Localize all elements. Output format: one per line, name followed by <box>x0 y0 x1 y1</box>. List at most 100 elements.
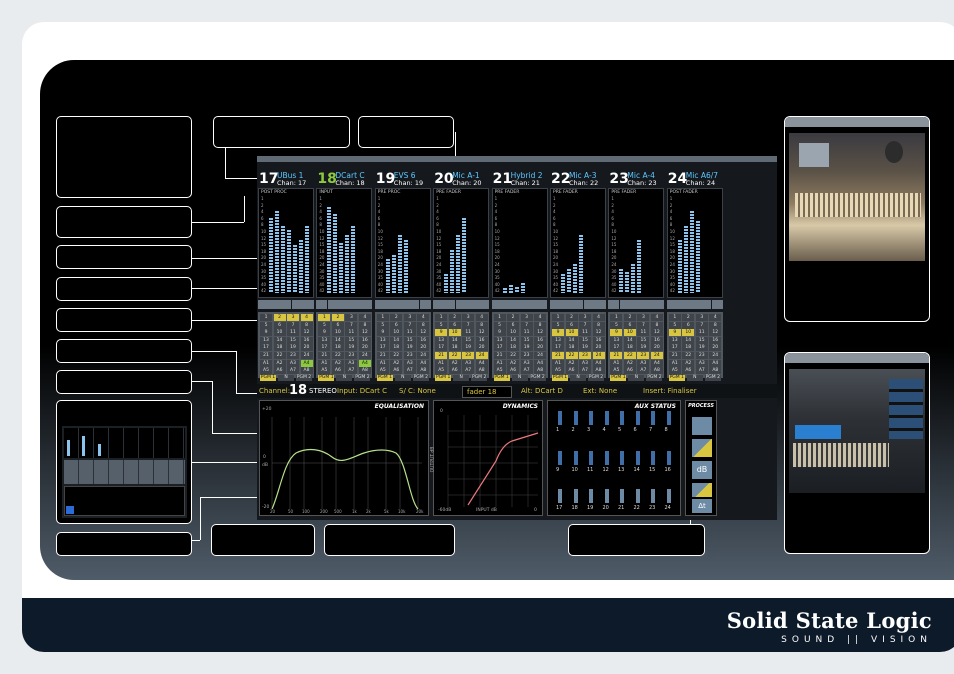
routing-cell[interactable]: 3 <box>287 314 299 321</box>
dyn-icon[interactable] <box>291 300 303 309</box>
dyn-icon[interactable] <box>525 300 537 309</box>
routing-cell[interactable]: 6 <box>331 321 344 329</box>
eq-icon[interactable] <box>269 300 281 309</box>
pgm-button[interactable]: PGM 2 <box>588 375 604 381</box>
routing-cell[interactable]: A3 <box>579 359 591 367</box>
aux-send-bar[interactable] <box>558 489 562 503</box>
pgm-button[interactable]: PGM 2 <box>704 375 721 381</box>
routing-cell[interactable]: 14 <box>448 336 461 344</box>
routing-cell[interactable]: 10 <box>448 329 461 337</box>
routing-cell[interactable]: 10 <box>623 329 636 337</box>
aux-send-bar[interactable] <box>573 411 578 425</box>
routing-cell[interactable]: 2 <box>331 314 344 321</box>
dyn-icon[interactable] <box>466 300 478 309</box>
routing-cell[interactable]: 7 <box>345 321 358 329</box>
channel-strip[interactable]: 21 Hybrid 2 Chan: 21 PRE FADER 1 2 4 6 8 10 12 15 18… <box>491 172 549 381</box>
eq-icon[interactable] <box>561 300 573 309</box>
pgm-button[interactable]: PGM 2 <box>471 375 488 381</box>
routing-cell[interactable]: 2 <box>273 314 286 321</box>
routing-cell[interactable]: 18 <box>565 344 578 352</box>
routing-cell[interactable]: 13 <box>610 336 623 344</box>
channel-strip[interactable]: 20 Mic A-1 Chan: 20 PRE FADER 1 2 4 6 8 10 12 15 18 2… <box>433 172 490 381</box>
routing-cell[interactable]: A5 <box>493 367 506 375</box>
routing-cell[interactable]: 22 <box>623 352 636 359</box>
aux-send-bar[interactable] <box>604 451 609 465</box>
routing-cell[interactable]: A8 <box>534 367 547 375</box>
routing-cell[interactable]: A2 <box>390 359 403 367</box>
routing-cell[interactable]: 14 <box>273 336 286 344</box>
routing-cell[interactable]: 8 <box>650 321 663 329</box>
routing-cell[interactable]: 3 <box>695 314 708 321</box>
routing-cell[interactable]: 13 <box>376 336 389 344</box>
routing-cell[interactable]: 8 <box>417 321 430 329</box>
delay-icon[interactable]: Δt <box>692 499 712 513</box>
routing-cell[interactable]: 19 <box>579 344 591 352</box>
routing-cell[interactable]: 6 <box>623 321 636 329</box>
routing-cell[interactable]: 14 <box>623 336 636 344</box>
routing-cell[interactable]: 5 <box>493 321 506 329</box>
routing-cell[interactable]: A4 <box>709 359 722 367</box>
routing-cell[interactable]: 17 <box>376 344 389 352</box>
db-icon[interactable] <box>630 300 642 309</box>
routing-cell[interactable]: 21 <box>552 352 564 359</box>
routing-cell[interactable]: 5 <box>668 321 681 329</box>
aux-send-bar[interactable] <box>620 489 624 503</box>
routing-cell[interactable]: A6 <box>331 367 344 375</box>
eq-icon[interactable] <box>385 300 397 309</box>
routing-cell[interactable]: 11 <box>637 329 650 337</box>
routing-cell[interactable]: A8 <box>592 367 605 375</box>
routing-cell[interactable]: 18 <box>682 344 695 352</box>
routing-cell[interactable]: 17 <box>260 344 272 352</box>
routing-cell[interactable]: 1 <box>318 314 331 321</box>
routing-cell[interactable]: 8 <box>592 321 605 329</box>
routing-cell[interactable]: A2 <box>565 359 578 367</box>
routing-cell[interactable]: 3 <box>637 314 650 321</box>
routing-cell[interactable]: 4 <box>358 314 371 321</box>
delay-icon[interactable] <box>711 300 723 309</box>
routing-cell[interactable]: 21 <box>668 352 681 359</box>
routing-cell[interactable]: A1 <box>435 359 448 367</box>
routing-cell[interactable]: 23 <box>287 352 299 359</box>
process-panel[interactable]: PROCESS dB Δt <box>685 400 717 516</box>
routing-cell[interactable]: 20 <box>534 344 547 352</box>
routing-cell[interactable]: 15 <box>462 336 475 344</box>
routing-cell[interactable]: A6 <box>682 367 695 375</box>
aux-send-bar[interactable] <box>666 411 671 425</box>
routing-cell[interactable]: A7 <box>695 367 708 375</box>
pgm-button[interactable]: PGM 2 <box>529 375 546 381</box>
routing-cell[interactable]: 3 <box>520 314 533 321</box>
routing-cell[interactable]: 4 <box>300 314 313 321</box>
db-icon[interactable] <box>513 300 525 309</box>
routing-cell[interactable]: 24 <box>358 352 371 359</box>
routing-cell[interactable]: 17 <box>493 344 506 352</box>
routing-cell[interactable]: A8 <box>709 367 722 375</box>
routing-cell[interactable]: 24 <box>592 352 605 359</box>
routing-cell[interactable]: 4 <box>709 314 722 321</box>
routing-cell[interactable]: 17 <box>318 344 331 352</box>
pgm-button[interactable]: PGM 1 <box>610 375 627 381</box>
db-icon[interactable] <box>280 300 292 309</box>
routing-cell[interactable]: 15 <box>579 336 591 344</box>
routing-cell[interactable]: 19 <box>403 344 416 352</box>
routing-cell[interactable]: 2 <box>565 314 578 321</box>
routing-cell[interactable]: A1 <box>610 359 623 367</box>
routing-cell[interactable]: 18 <box>331 344 344 352</box>
pgm-button[interactable]: N <box>394 375 411 381</box>
routing-cell[interactable]: 16 <box>709 336 722 344</box>
routing-cell[interactable]: A8 <box>358 367 371 375</box>
routing-cell[interactable]: A7 <box>579 367 591 375</box>
aux-send-bar[interactable] <box>589 451 593 465</box>
routing-cell[interactable]: 22 <box>390 352 403 359</box>
delay-icon[interactable] <box>361 300 373 309</box>
pan-icon[interactable] <box>374 300 386 309</box>
routing-cell[interactable]: 19 <box>462 344 475 352</box>
routing-cell[interactable]: A7 <box>345 367 358 375</box>
filter-icon[interactable] <box>692 417 712 435</box>
routing-cell[interactable]: 24 <box>300 352 313 359</box>
aux-send-bar[interactable] <box>651 451 655 465</box>
pan-icon[interactable] <box>316 300 328 309</box>
routing-cell[interactable]: 6 <box>565 321 578 329</box>
pgm-button[interactable]: PGM 1 <box>435 375 452 381</box>
routing-cell[interactable]: 19 <box>637 344 650 352</box>
routing-cell[interactable]: 3 <box>403 314 416 321</box>
